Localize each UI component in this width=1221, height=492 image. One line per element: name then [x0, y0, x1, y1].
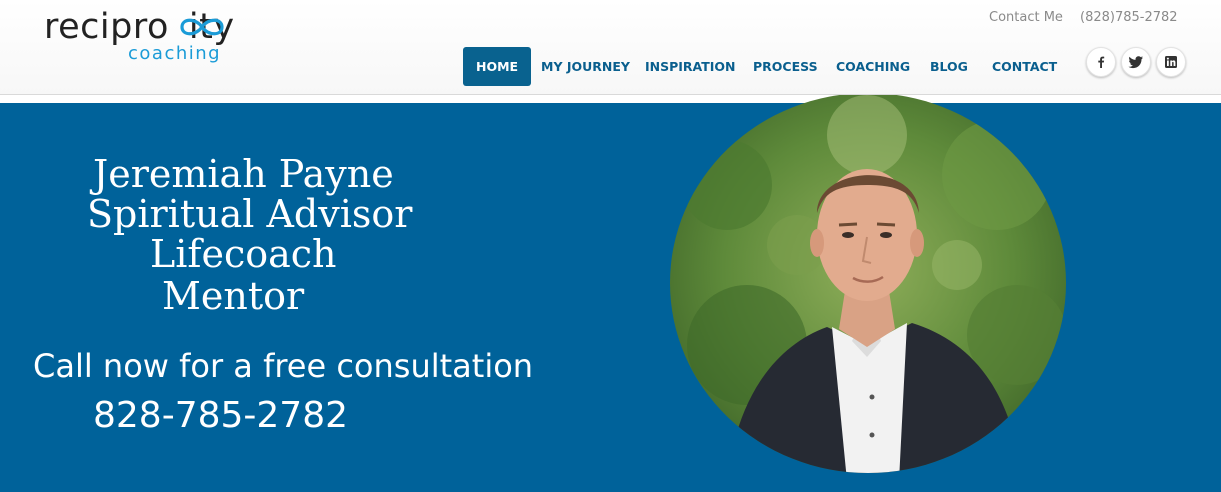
nav-process[interactable]: PROCESS	[740, 47, 831, 86]
hero-title-lifecoach: Lifecoach	[150, 232, 337, 276]
header-phone: (828)785-2782	[1080, 10, 1178, 25]
nav-inspiration[interactable]: INSPIRATION	[632, 47, 749, 86]
hero-title-spiritual-advisor: Spiritual Advisor	[87, 192, 413, 236]
nav-contact[interactable]: CONTACT	[979, 47, 1070, 86]
contact-me-link[interactable]: Contact Me	[989, 10, 1063, 25]
nav-my-journey[interactable]: MY JOURNEY	[528, 47, 643, 86]
reciprocity-coaching-logo[interactable]: recipro ity coaching	[44, 6, 274, 70]
infinity-loop-icon	[180, 18, 224, 36]
twitter-icon[interactable]	[1121, 47, 1151, 77]
cta-text: Call now for a free consultation	[33, 347, 534, 385]
logo-tagline: coaching	[128, 43, 222, 64]
site-header: recipro ity coaching Contact Me (828)785-…	[0, 0, 1221, 95]
nav-blog[interactable]: BLOG	[917, 47, 981, 86]
linkedin-icon[interactable]	[1156, 47, 1186, 77]
portrait-photo	[670, 95, 1066, 473]
nav-coaching[interactable]: COACHING	[823, 47, 923, 86]
hero-name: Jeremiah Payne	[93, 152, 394, 196]
facebook-icon[interactable]	[1086, 47, 1116, 77]
nav-home[interactable]: HOME	[463, 47, 532, 86]
cta-phone-number[interactable]: 828-785-2782	[93, 395, 348, 436]
hero-title-mentor: Mentor	[162, 274, 305, 318]
